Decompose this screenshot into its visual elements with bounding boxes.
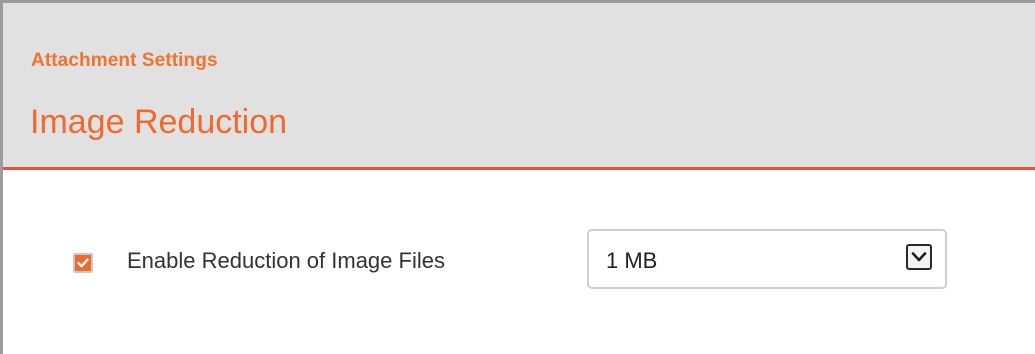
checkmark-icon (77, 258, 89, 268)
reduction-size-select[interactable]: 1 MB (587, 229, 947, 289)
enable-reduction-label[interactable]: Enable Reduction of Image Files (127, 248, 445, 274)
breadcrumb[interactable]: Attachment Settings (31, 50, 218, 72)
panel-header: Attachment Settings Image Reduction (3, 3, 1035, 170)
chevron-down-icon[interactable] (906, 244, 932, 270)
enable-reduction-checkbox[interactable] (73, 253, 93, 273)
image-reduction-row: Enable Reduction of Image Files 1 MB (3, 227, 1003, 297)
settings-panel: Attachment Settings Image Reduction Enab… (0, 0, 1035, 354)
reduction-size-value: 1 MB (606, 248, 658, 273)
page-title: Image Reduction (30, 103, 288, 141)
